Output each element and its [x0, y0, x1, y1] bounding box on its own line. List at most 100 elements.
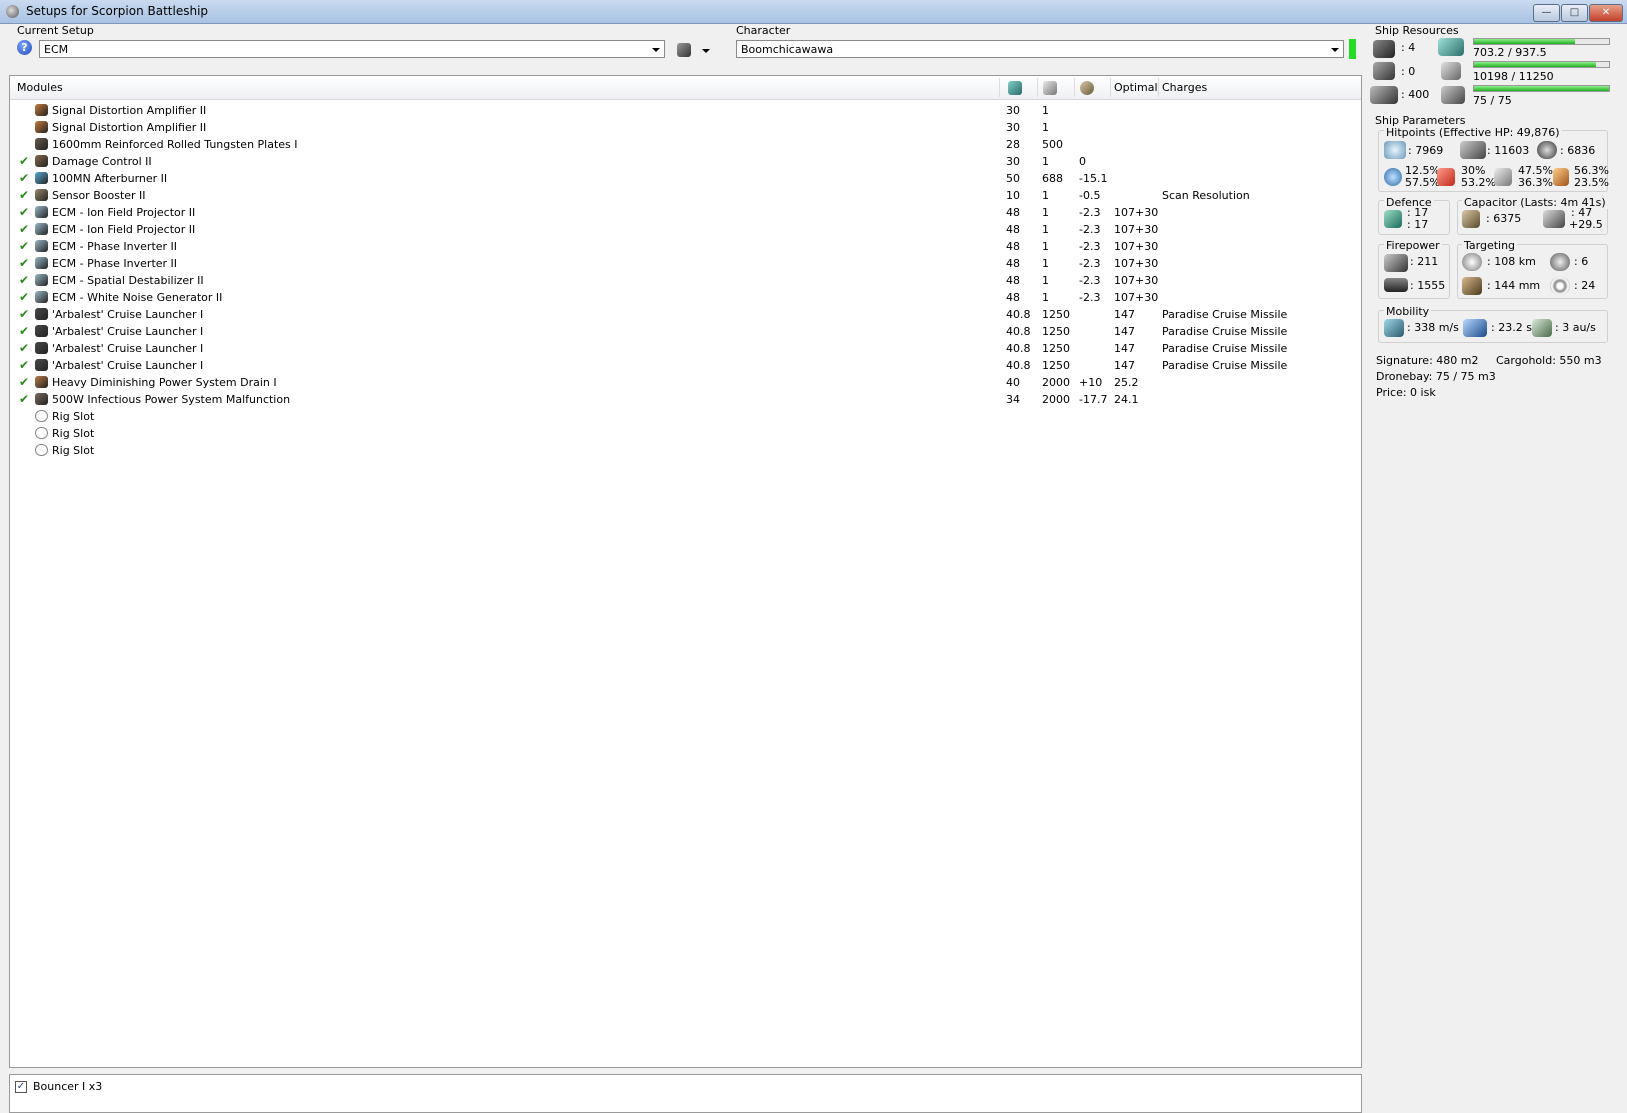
header-modules[interactable]: Modules — [17, 81, 63, 94]
module-name: Damage Control II — [52, 155, 152, 168]
dps-value: : 211 — [1410, 255, 1439, 268]
module-name: ECM - Ion Field Projector II — [52, 223, 196, 236]
table-row[interactable]: ✔ ECM - Spatial Destabilizer II 48 1 -2.3 107… — [10, 272, 1361, 289]
active-check-icon[interactable]: ✔ — [19, 239, 29, 253]
active-check-icon[interactable]: ✔ — [19, 222, 29, 236]
module-name: Rig Slot — [52, 410, 95, 423]
ship-resources-title: Ship Resources — [1375, 24, 1459, 37]
header-optimal[interactable]: Optimal — [1114, 81, 1158, 94]
module-powergrid: 1250 — [1042, 342, 1070, 355]
help-icon[interactable]: ? — [17, 40, 32, 55]
module-optimal: 25.2 — [1114, 376, 1139, 389]
minimize-button[interactable]: — — [1533, 4, 1560, 22]
mobility-title: Mobility — [1384, 305, 1432, 318]
modules-table-header: Modules Optimal Charges — [10, 76, 1361, 100]
maximize-button[interactable]: □ — [1561, 4, 1588, 22]
close-button[interactable]: ✕ — [1589, 4, 1623, 22]
module-icon — [35, 376, 48, 388]
calibration-icon — [1370, 86, 1398, 104]
active-check-icon[interactable]: ✔ — [19, 324, 29, 338]
table-row[interactable]: Rig Slot — [10, 408, 1361, 425]
target-range-value: : 108 km — [1487, 255, 1536, 268]
module-name: 'Arbalest' Cruise Launcher I — [52, 325, 204, 338]
powergrid-icon[interactable] — [1043, 81, 1057, 95]
table-row[interactable]: ✔ ECM - White Noise Generator II 48 1 -2.3 10… — [10, 289, 1361, 306]
module-charges: Paradise Cruise Missile — [1162, 325, 1288, 338]
active-check-icon[interactable]: ✔ — [19, 256, 29, 270]
character-value: Boomchicawawa — [741, 43, 834, 56]
table-row[interactable]: ✔ Heavy Diminishing Power System Drain I 4… — [10, 374, 1361, 391]
module-powergrid: 1 — [1042, 206, 1049, 219]
table-row[interactable]: ✔ 'Arbalest' Cruise Launcher I 40.8 1250 147… — [10, 357, 1361, 374]
module-name: 'Arbalest' Cruise Launcher I — [52, 342, 204, 355]
module-icon — [35, 308, 48, 320]
active-check-icon[interactable]: ✔ — [19, 171, 29, 185]
module-powergrid: 1 — [1042, 291, 1049, 304]
capacitor-icon[interactable] — [1080, 81, 1094, 95]
table-row[interactable]: ✔ 100MN Afterburner II 50 688 -15.1 — [10, 170, 1361, 187]
module-cpu: 40.8 — [1006, 342, 1031, 355]
table-row[interactable]: Signal Distortion Amplifier II 30 1 — [10, 119, 1361, 136]
active-check-icon[interactable]: ✔ — [19, 358, 29, 372]
align-time-value: : 23.2 s — [1491, 321, 1532, 334]
module-name: Rig Slot — [52, 444, 95, 457]
firepower-title: Firepower — [1384, 239, 1442, 252]
table-row[interactable]: Rig Slot — [10, 425, 1361, 442]
module-powergrid: 1 — [1042, 155, 1049, 168]
table-row[interactable]: Signal Distortion Amplifier II 30 1 — [10, 102, 1361, 119]
cpu-bar — [1473, 38, 1610, 45]
targeting-title: Targeting — [1462, 239, 1518, 252]
em-resist-armor: 57.5% — [1405, 176, 1440, 189]
table-row[interactable]: ✔ 'Arbalest' Cruise Launcher I 40.8 1250 147… — [10, 306, 1361, 323]
module-name: ECM - White Noise Generator II — [52, 291, 223, 304]
module-name: Rig Slot — [52, 427, 95, 440]
table-row[interactable]: ✔ 500W Infectious Power System Malfunctio… — [10, 391, 1361, 408]
structure-icon — [1537, 141, 1557, 159]
active-check-icon[interactable]: ✔ — [19, 307, 29, 321]
hitpoints-title: Hitpoints (Effective HP: 49,876) — [1384, 126, 1562, 139]
module-icon — [35, 223, 48, 235]
active-check-icon[interactable]: ✔ — [19, 205, 29, 219]
table-row[interactable]: Rig Slot — [10, 442, 1361, 459]
thermal-resist-armor: 53.2% — [1461, 176, 1496, 189]
table-row[interactable]: ✔ 'Arbalest' Cruise Launcher I 40.8 1250 147… — [10, 340, 1361, 357]
active-check-icon[interactable]: ✔ — [19, 188, 29, 202]
setup-select[interactable]: ECM — [39, 40, 665, 58]
header-charges[interactable]: Charges — [1162, 81, 1207, 94]
active-check-icon[interactable]: ✔ — [19, 341, 29, 355]
table-row[interactable]: ✔ ECM - Ion Field Projector II 48 1 -2.3 107+… — [10, 221, 1361, 238]
align-time-icon — [1463, 319, 1487, 337]
table-row[interactable]: ✔ Damage Control II 30 1 0 — [10, 153, 1361, 170]
module-optimal: 24.1 — [1114, 393, 1139, 406]
setup-tools-menu[interactable] — [677, 41, 715, 59]
module-capacitor: -2.3 — [1079, 206, 1101, 219]
active-check-icon[interactable]: ✔ — [19, 154, 29, 168]
drone-checkbox[interactable]: ✓ — [15, 1081, 27, 1093]
table-row[interactable]: ✔ ECM - Ion Field Projector II 48 1 -2.3 107+… — [10, 204, 1361, 221]
table-row[interactable]: ✔ 'Arbalest' Cruise Launcher I 40.8 1250 147… — [10, 323, 1361, 340]
active-check-icon[interactable]: ✔ — [19, 290, 29, 304]
module-icon — [35, 342, 48, 354]
calibration-icon — [1441, 86, 1465, 104]
armor-hp-value: : 11603 — [1487, 144, 1530, 157]
character-select[interactable]: Boomchicawawa — [736, 40, 1344, 58]
modules-panel: Modules Optimal Charges Signal Distortio… — [9, 75, 1362, 1068]
table-row[interactable]: ✔ ECM - Phase Inverter II 48 1 -2.3 107+30 — [10, 255, 1361, 272]
active-check-icon[interactable]: ✔ — [19, 375, 29, 389]
powergrid-bar — [1473, 61, 1610, 68]
module-powergrid: 1 — [1042, 121, 1049, 134]
scan-resolution-value: : 144 mm — [1487, 279, 1541, 292]
speed-value: : 338 m/s — [1407, 321, 1459, 334]
app-icon — [6, 5, 19, 18]
armor-icon — [1460, 141, 1486, 159]
table-row[interactable]: 1600mm Reinforced Rolled Tungsten Plates… — [10, 136, 1361, 153]
cpu-icon[interactable] — [1008, 81, 1022, 95]
active-check-icon[interactable]: ✔ — [19, 273, 29, 287]
table-row[interactable]: ✔ Sensor Booster II 10 1 -0.5 Scan Resolution — [10, 187, 1361, 204]
module-icon — [35, 206, 48, 218]
active-check-icon[interactable]: ✔ — [19, 392, 29, 406]
chevron-down-icon — [702, 49, 710, 53]
module-charges: Paradise Cruise Missile — [1162, 308, 1288, 321]
table-row[interactable]: ✔ ECM - Phase Inverter II 48 1 -2.3 107+30 — [10, 238, 1361, 255]
module-powergrid: 1 — [1042, 104, 1049, 117]
